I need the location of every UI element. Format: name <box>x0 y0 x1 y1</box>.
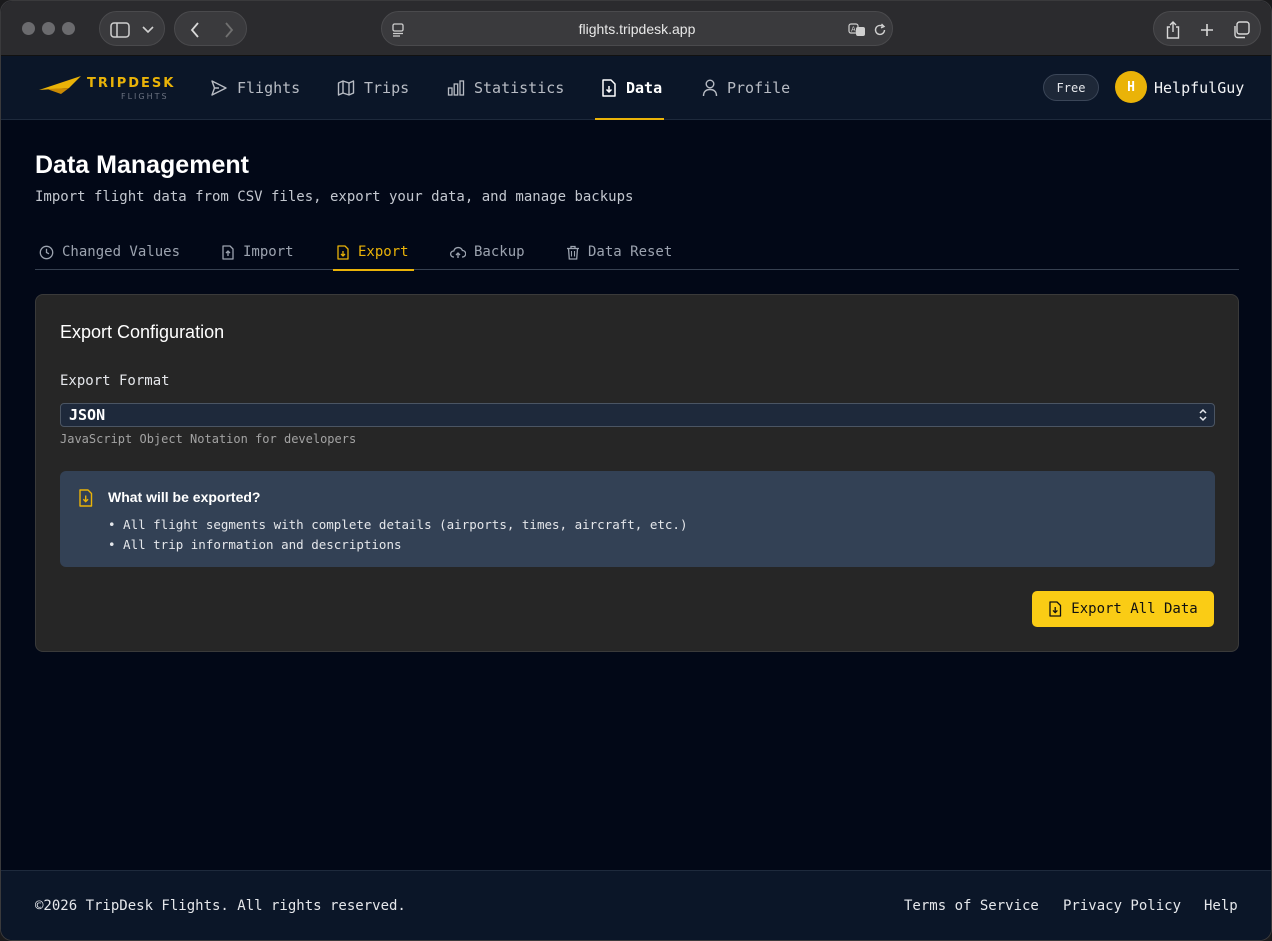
tab-overview-icon[interactable] <box>1226 12 1256 47</box>
back-arrow-icon[interactable] <box>181 12 209 47</box>
copyright-text: ©2026 TripDesk Flights. All rights reser… <box>35 898 406 914</box>
list-item: • All trip information and descriptions <box>108 537 402 552</box>
translate-icon[interactable]: A <box>846 12 868 47</box>
page-footer: ©2026 TripDesk Flights. All rights reser… <box>1 870 1271 940</box>
tab-changed-values[interactable]: Changed Values <box>39 234 180 270</box>
export-configuration-card: Export Configuration Export Format JSON … <box>35 294 1239 652</box>
card-title: Export Configuration <box>60 322 225 342</box>
app-header: TRIPDESK FLIGHTS Flights Trips Statistic… <box>1 56 1271 120</box>
tab-backup[interactable]: Backup <box>450 234 525 270</box>
nav-statistics-label: Statistics <box>474 79 565 97</box>
username[interactable]: HelpfulGuy <box>1154 56 1244 120</box>
nav-profile-label: Profile <box>727 79 791 97</box>
plane-logo-icon <box>39 76 81 94</box>
share-icon[interactable] <box>1158 12 1188 47</box>
export-format-hint: JavaScript Object Notation for developer… <box>60 432 357 446</box>
tab-changed-values-label: Changed Values <box>62 244 181 260</box>
nav-data-label: Data <box>626 79 663 97</box>
export-all-data-button[interactable]: Export All Data <box>1032 591 1214 627</box>
address-bar[interactable]: flights.tripdesk.app A <box>381 11 893 46</box>
minimize-window-button[interactable] <box>42 22 55 35</box>
nav-trips-label: Trips <box>364 79 410 97</box>
help-link[interactable]: Help <box>1204 871 1238 940</box>
send-icon <box>211 80 227 96</box>
export-button-label: Export All Data <box>1071 601 1198 617</box>
file-download-icon <box>79 489 93 507</box>
plan-badge[interactable]: Free <box>1043 74 1099 101</box>
browser-window: flights.tripdesk.app A TRIPDESK FLIGHTS … <box>0 0 1272 941</box>
reload-icon[interactable] <box>870 12 890 47</box>
chevron-up-down-icon <box>1199 408 1207 422</box>
browser-toolbar: flights.tripdesk.app A <box>1 1 1271 56</box>
history-nav-group <box>174 11 247 46</box>
privacy-policy-link[interactable]: Privacy Policy <box>1063 871 1181 940</box>
sidebar-toggle-group <box>99 11 165 46</box>
avatar[interactable]: H <box>1115 71 1147 103</box>
file-upload-icon <box>222 244 234 260</box>
tab-data-reset[interactable]: Data Reset <box>566 234 672 270</box>
tab-import[interactable]: Import <box>221 234 294 270</box>
url-text: flights.tripdesk.app <box>578 21 696 37</box>
tab-backup-label: Backup <box>474 244 525 260</box>
file-download-icon <box>337 244 349 260</box>
tripdesk-logo[interactable]: TRIPDESK FLIGHTS <box>39 72 179 104</box>
export-format-value: JSON <box>69 406 106 424</box>
export-format-label: Export Format <box>60 373 170 389</box>
page-title: Data Management <box>35 151 249 179</box>
tab-data-reset-label: Data Reset <box>588 244 673 260</box>
new-tab-icon[interactable] <box>1192 12 1222 47</box>
nav-profile[interactable]: Profile <box>702 56 790 120</box>
svg-text:A: A <box>851 25 856 33</box>
zoom-window-button[interactable] <box>62 22 75 35</box>
logo-subtext: FLIGHTS <box>121 92 169 101</box>
nav-trips[interactable]: Trips <box>337 56 409 120</box>
forward-arrow-icon[interactable] <box>215 12 243 47</box>
info-title: What will be exported? <box>108 489 261 505</box>
info-list: • All flight segments with complete deta… <box>108 515 687 555</box>
close-window-button[interactable] <box>22 22 35 35</box>
map-icon <box>337 80 355 96</box>
file-download-icon <box>602 79 616 97</box>
export-info-box: What will be exported? • All flight segm… <box>60 471 1215 567</box>
tab-import-label: Import <box>243 244 294 260</box>
bar-chart-icon <box>447 80 465 96</box>
file-download-icon <box>1049 601 1062 617</box>
list-item: • All flight segments with complete deta… <box>108 517 688 532</box>
logo-text: TRIPDESK <box>87 76 176 91</box>
clock-icon <box>39 245 54 259</box>
chevron-down-icon[interactable] <box>138 12 158 47</box>
tab-export[interactable]: Export <box>333 234 414 271</box>
data-tabs: Changed Values Import Export Backup Data… <box>35 234 1239 271</box>
tab-export-label: Export <box>358 244 409 260</box>
trash-icon <box>567 245 579 260</box>
terms-of-service-link[interactable]: Terms of Service <box>904 871 1039 940</box>
sidebar-icon[interactable] <box>108 12 132 47</box>
export-format-select[interactable]: JSON <box>60 403 1215 427</box>
nav-statistics[interactable]: Statistics <box>447 56 564 120</box>
user-icon <box>702 79 718 97</box>
nav-flights[interactable]: Flights <box>210 56 300 120</box>
page-subtitle: Import flight data from CSV files, expor… <box>35 189 634 205</box>
nav-data[interactable]: Data <box>595 56 664 120</box>
nav-flights-label: Flights <box>237 79 301 97</box>
browser-actions-group <box>1153 11 1261 46</box>
cloud-upload-icon <box>450 246 466 258</box>
